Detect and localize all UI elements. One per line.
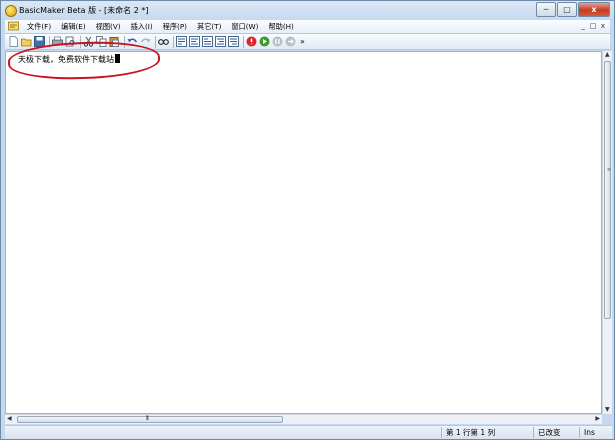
step-icon[interactable] (285, 36, 296, 47)
menu-edit[interactable]: 编辑(E) (57, 21, 90, 32)
menu-insert[interactable]: 插入(I) (127, 21, 157, 32)
pause-icon[interactable] (272, 36, 283, 47)
scroll-up-arrow[interactable]: ▲ (605, 51, 610, 59)
stop-icon[interactable] (246, 36, 257, 47)
menu-help[interactable]: 帮助(H) (264, 21, 297, 32)
maximize-button[interactable]: □ (557, 2, 577, 17)
window-title: BasicMaker Beta 版 - [未命名 2 *] (19, 6, 149, 15)
doc-restore-button[interactable]: □ (588, 21, 598, 31)
horizontal-scroll-thumb[interactable]: ⦀ (17, 415, 283, 423)
debug-icon-1[interactable] (176, 36, 187, 47)
title-bar[interactable]: BasicMaker Beta 版 - [未命名 2 *] ─ □ x (1, 1, 614, 20)
run-icon[interactable] (259, 36, 270, 47)
find-icon[interactable] (158, 36, 169, 47)
toolbar-overflow-button[interactable]: » (300, 37, 305, 46)
menu-file[interactable]: 文件(F) (23, 21, 55, 32)
menu-other[interactable]: 其它(T) (193, 21, 225, 32)
vertical-grip-icon: ≡ (607, 167, 612, 173)
vertical-scrollbar[interactable]: ▲ ≡ ▼ (602, 51, 612, 414)
open-icon[interactable] (21, 36, 32, 47)
status-insert-mode: Ins (579, 427, 612, 438)
new-icon[interactable] (8, 36, 19, 47)
debug-icon-2[interactable] (189, 36, 200, 47)
app-icon[interactable] (5, 5, 17, 17)
horizontal-grip-icon: ⦀ (146, 415, 149, 422)
code-editor[interactable]: 天极下载，免费软件下载站 (5, 51, 602, 414)
menu-view[interactable]: 视图(V) (92, 21, 125, 32)
status-cursor-position: 第 1 行第 1 列 (441, 427, 533, 438)
menu-bar: 文件(F) 编辑(E) 视图(V) 插入(I) 程序(P) 其它(T) 窗口(W… (5, 20, 610, 34)
minimize-button[interactable]: ─ (536, 2, 556, 17)
document-menu-icon[interactable] (8, 21, 19, 31)
doc-minimize-button[interactable]: _ (578, 21, 588, 31)
vertical-scroll-thumb[interactable]: ≡ (604, 61, 611, 319)
debug-icon-4[interactable] (215, 36, 226, 47)
debug-icon-3[interactable] (202, 36, 213, 47)
scroll-right-arrow[interactable]: ▶ (595, 415, 600, 423)
debug-icon-5[interactable] (228, 36, 239, 47)
scroll-left-arrow[interactable]: ◀ (7, 415, 12, 423)
doc-close-button[interactable]: x (598, 21, 608, 31)
status-modified: 已改变 (533, 427, 579, 438)
horizontal-scrollbar[interactable]: ◀ ⦀ ▶ (5, 414, 602, 424)
close-button[interactable]: x (578, 2, 610, 17)
menu-program[interactable]: 程序(P) (159, 21, 191, 32)
menu-window[interactable]: 窗口(W) (227, 21, 262, 32)
scroll-down-arrow[interactable]: ▼ (605, 406, 610, 414)
status-bar: 第 1 行第 1 列 已改变 Ins (5, 425, 612, 439)
